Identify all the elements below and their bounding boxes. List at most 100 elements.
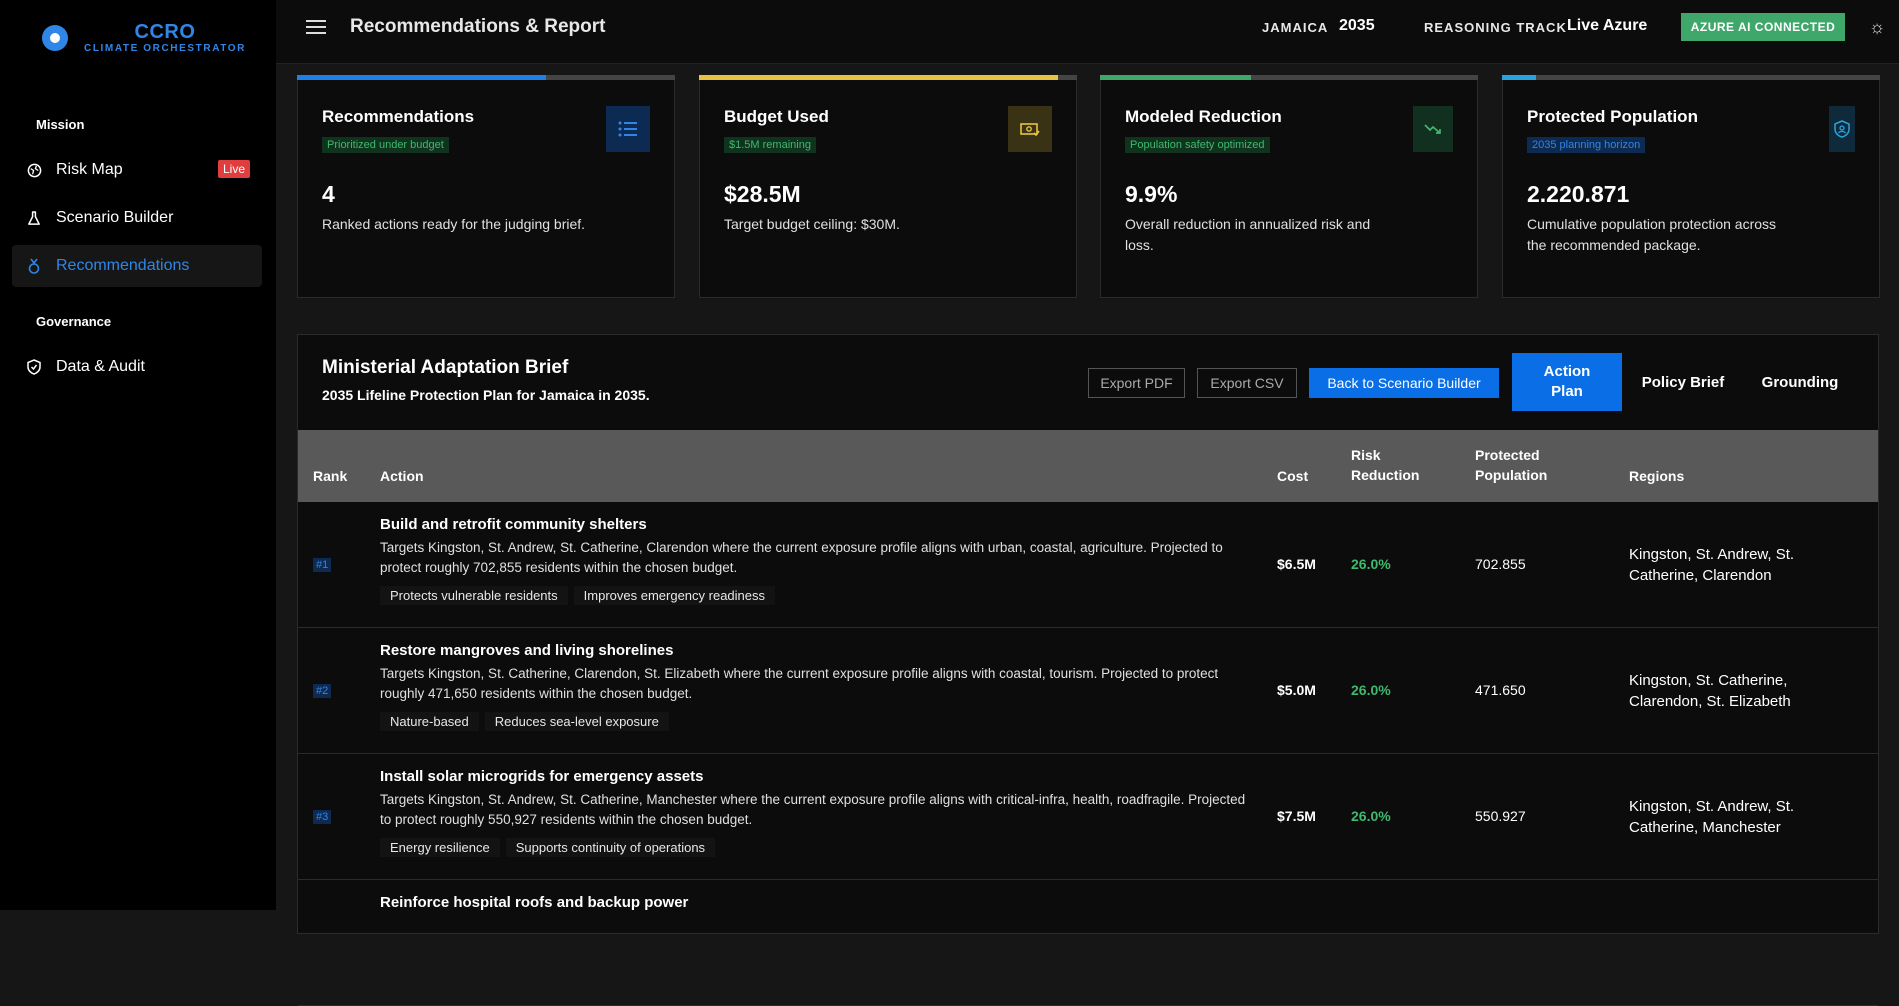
card-description: Overall reduction in annualized risk and… <box>1125 216 1371 253</box>
card-progress-bar <box>297 75 675 80</box>
azure-status-button[interactable]: AZURE AI CONNECTED <box>1681 13 1845 41</box>
tab-action-plan[interactable]: Action Plan <box>1512 353 1622 411</box>
logo-icon <box>42 25 68 51</box>
sidebar-item-scenario-builder[interactable]: Scenario Builder <box>12 197 262 239</box>
card-progress-fill <box>1100 75 1252 80</box>
top-bar: Recommendations & Report JAMAICA 2035 RE… <box>276 0 1899 64</box>
risk-reduction-value: 26.0% <box>1351 556 1391 572</box>
sidebar-item-label: Data & Audit <box>56 358 145 375</box>
rank-badge: #1 <box>313 558 332 572</box>
list-icon <box>606 106 650 152</box>
shield-check-icon <box>26 359 42 375</box>
column-header-rank: Rank <box>313 468 348 484</box>
protected-population-value: 702.855 <box>1475 556 1526 572</box>
table-row[interactable]: #2 Restore mangroves and living shorelin… <box>298 628 1878 754</box>
column-header-protected-population: Protected Population <box>1475 447 1548 483</box>
brief-title: Ministerial Adaptation Brief <box>322 357 569 378</box>
card-badge: $1.5M remaining <box>724 137 816 153</box>
card-description: Target budget ceiling: $30M. <box>724 216 900 232</box>
brief-subtitle: 2035 Lifeline Protection Plan for Jamaic… <box>322 387 650 403</box>
regions-value: Kingston, St. Andrew, St. Catherine, Cla… <box>1629 546 1795 584</box>
tab-policy-brief[interactable]: Policy Brief <box>1634 353 1732 411</box>
money-icon <box>1008 106 1052 152</box>
card-progress-bar <box>1502 75 1880 80</box>
action-description: Targets Kingston, St. Andrew, St. Cather… <box>380 792 1246 827</box>
risk-reduction-value: 26.0% <box>1351 808 1391 824</box>
theme-toggle-icon[interactable]: ☼ <box>1867 17 1887 37</box>
table-row[interactable]: Reinforce hospital roofs and backup powe… <box>298 880 1878 1006</box>
card-value: 2.220.871 <box>1527 181 1630 207</box>
tag-list: Nature-based Reduces sea-level exposure <box>380 712 675 731</box>
table-row[interactable]: #3 Install solar microgrids for emergenc… <box>298 754 1878 880</box>
table-row[interactable]: #1 Build and retrofit community shelters… <box>298 502 1878 628</box>
kpi-card-recommendations: Recommendations Prioritized under budget… <box>297 75 675 298</box>
nav-section-mission: Mission <box>36 117 85 132</box>
card-progress-bar <box>699 75 1077 80</box>
card-progress-bar <box>1100 75 1478 80</box>
trend-down-icon <box>1413 106 1453 152</box>
logo[interactable]: CCRO CLIMATE ORCHESTRATOR <box>42 18 252 58</box>
medal-icon <box>26 258 42 274</box>
protected-population-value: 550.927 <box>1475 808 1526 824</box>
rank-badge: #3 <box>313 810 332 824</box>
cost-value: $6.5M <box>1277 556 1316 572</box>
card-title: Budget Used <box>724 107 829 126</box>
card-title: Recommendations <box>322 107 475 126</box>
shield-user-icon <box>1829 106 1855 152</box>
column-header-action: Action <box>380 468 424 484</box>
kpi-card-population: Protected Population 2035 planning horiz… <box>1502 75 1880 298</box>
tag: Improves emergency readiness <box>573 586 776 605</box>
live-badge: Live <box>218 160 251 178</box>
tag: Reduces sea-level exposure <box>484 712 669 731</box>
sidebar-item-label: Scenario Builder <box>56 209 174 226</box>
page-title: Recommendations & Report <box>350 16 606 37</box>
tag: Supports continuity of operations <box>505 838 716 857</box>
tag: Energy resilience <box>380 838 500 857</box>
tag-list: Protects vulnerable residents Improves e… <box>380 586 781 605</box>
card-progress-fill <box>297 75 547 80</box>
sidebar-item-risk-map[interactable]: Risk Map Live <box>12 149 262 191</box>
back-to-scenario-builder-button[interactable]: Back to Scenario Builder <box>1309 368 1499 398</box>
nav-section-governance: Governance <box>36 314 112 329</box>
action-title: Restore mangroves and living shorelines <box>380 642 674 659</box>
tag: Nature-based <box>380 712 479 731</box>
rank-badge: #2 <box>313 684 332 698</box>
action-title: Reinforce hospital roofs and backup powe… <box>380 894 689 911</box>
sidebar-item-recommendations[interactable]: Recommendations <box>12 245 262 287</box>
flask-icon <box>26 210 42 226</box>
card-value: 4 <box>322 181 335 207</box>
card-badge: 2035 planning horizon <box>1527 137 1646 153</box>
action-description: Targets Kingston, St. Andrew, St. Cather… <box>380 540 1223 575</box>
tab-grounding[interactable]: Grounding <box>1750 353 1850 411</box>
card-badge: Population safety optimized <box>1125 137 1270 153</box>
reasoning-track-value: Live Azure <box>1567 17 1648 34</box>
action-title: Build and retrofit community shelters <box>380 516 647 533</box>
table-header: Rank Action Cost Risk Reduction Protecte… <box>298 430 1878 502</box>
regions-value: Kingston, St. Andrew, St. Catherine, Man… <box>1629 798 1795 836</box>
export-csv-button[interactable]: Export CSV <box>1197 368 1297 398</box>
tag-list: Energy resilience Supports continuity of… <box>380 838 721 857</box>
globe-icon <box>26 162 42 178</box>
logo-title: CCRO <box>134 21 196 43</box>
card-title: Modeled Reduction <box>1125 107 1282 126</box>
card-progress-fill <box>1502 75 1537 80</box>
kpi-card-budget: Budget Used $1.5M remaining $28.5M Targe… <box>699 75 1077 298</box>
country-label: JAMAICA <box>1262 20 1329 35</box>
card-progress-fill <box>699 75 1059 80</box>
card-description: Cumulative population protection across … <box>1527 216 1777 253</box>
export-pdf-button[interactable]: Export PDF <box>1088 368 1185 398</box>
reasoning-track-label: REASONING TRACK <box>1424 20 1567 35</box>
card-value: 9.9% <box>1125 181 1178 207</box>
sidebar-item-data-audit[interactable]: Data & Audit <box>12 346 262 388</box>
ministerial-brief-panel: Ministerial Adaptation Brief 2035 Lifeli… <box>297 334 1879 1006</box>
column-header-cost: Cost <box>1277 468 1309 484</box>
card-value: $28.5M <box>724 181 801 207</box>
risk-reduction-value: 26.0% <box>1351 682 1391 698</box>
sidebar-item-label: Recommendations <box>56 257 190 274</box>
card-description: Ranked actions ready for the judging bri… <box>322 216 586 232</box>
menu-icon[interactable] <box>306 20 326 36</box>
year-value: 2035 <box>1339 17 1375 34</box>
sidebar: CCRO CLIMATE ORCHESTRATOR Mission Risk M… <box>0 0 276 910</box>
action-title: Install solar microgrids for emergency a… <box>380 768 704 785</box>
card-title: Protected Population <box>1527 107 1698 126</box>
